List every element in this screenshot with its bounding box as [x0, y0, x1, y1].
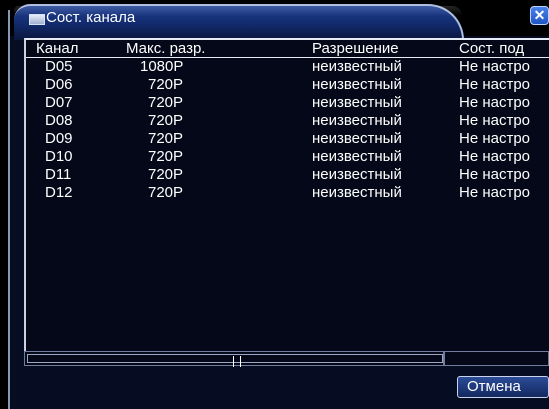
cell-channel: D08 [45, 112, 73, 129]
cell-status: Не настро [459, 166, 531, 183]
cell-channel: D06 [45, 76, 73, 93]
cell-max-resolution: 720P [148, 166, 184, 183]
column-header-channel[interactable]: Канал [36, 40, 78, 57]
cell-status: Не настро [459, 184, 531, 201]
scrollbar-track[interactable] [27, 354, 443, 367]
table-row[interactable]: D09 720P неизвестный Не настро [26, 130, 549, 148]
horizontal-scrollbar[interactable] [24, 351, 549, 367]
cell-resolution: неизвестный [312, 166, 402, 183]
list-header: Канал Макс. разр. Разрешение Сост. под [26, 40, 549, 58]
channel-list[interactable]: Канал Макс. разр. Разрешение Сост. под D… [24, 38, 549, 359]
table-row[interactable]: D06 720P неизвестный Не настро [26, 76, 549, 94]
cell-resolution: неизвестный [312, 184, 402, 201]
window-left-border [8, 10, 10, 409]
cell-resolution: неизвестный [312, 130, 402, 147]
column-header-resolution[interactable]: Разрешение [312, 40, 399, 57]
cell-status: Не настро [459, 112, 531, 129]
cell-status: Не настро [459, 58, 531, 75]
table-row[interactable]: D10 720P неизвестный Не настро [26, 148, 549, 166]
cell-resolution: неизвестный [312, 148, 402, 165]
close-button[interactable]: ✕ [530, 6, 549, 25]
cell-channel: D11 [45, 166, 72, 183]
window-icon [29, 14, 45, 25]
cell-max-resolution: 720P [148, 76, 184, 93]
column-header-max-resolution[interactable]: Макс. разр. [126, 40, 205, 57]
channel-status-window: Сост. канала ✕ Канал Макс. разр. Разреше… [0, 0, 549, 409]
cancel-button[interactable]: Отмена [457, 376, 549, 398]
cell-channel: D07 [45, 94, 73, 111]
cell-status: Не настро [459, 76, 531, 93]
cell-resolution: неизвестный [312, 58, 402, 75]
cell-max-resolution: 720P [148, 148, 184, 165]
cell-channel: D10 [45, 148, 73, 165]
cell-max-resolution: 720P [148, 130, 184, 147]
cell-max-resolution: 720P [148, 112, 184, 129]
window-title: Сост. канала [46, 9, 136, 26]
cell-resolution: неизвестный [312, 94, 402, 111]
table-row[interactable]: D12 720P неизвестный Не настро [26, 184, 549, 202]
title-bar: Сост. канала ✕ [0, 0, 549, 40]
table-row[interactable]: D11 720P неизвестный Не настро [26, 166, 549, 184]
cell-status: Не настро [459, 94, 531, 111]
cell-max-resolution: 720P [148, 184, 184, 201]
cell-status: Не настро [459, 130, 531, 147]
cell-max-resolution: 1080P [140, 58, 184, 75]
table-row[interactable]: D05 1080P неизвестный Не настро [26, 58, 549, 76]
close-icon: ✕ [533, 7, 546, 23]
list-rows: D05 1080P неизвестный Не настро D06 720P… [26, 58, 549, 202]
scrollbar-end-divider [443, 352, 445, 365]
cell-resolution: неизвестный [312, 112, 402, 129]
cell-channel: D12 [45, 184, 73, 201]
scrollbar-thumb[interactable] [233, 356, 241, 367]
column-header-status[interactable]: Сост. под [459, 40, 524, 57]
cell-max-resolution: 720P [148, 94, 184, 111]
cell-status: Не настро [459, 148, 531, 165]
window-left-edge [0, 0, 8, 409]
cell-channel: D09 [45, 130, 73, 147]
table-row[interactable]: D08 720P неизвестный Не настро [26, 112, 549, 130]
cell-channel: D05 [45, 58, 73, 75]
cell-resolution: неизвестный [312, 76, 402, 93]
table-row[interactable]: D07 720P неизвестный Не настро [26, 94, 549, 112]
